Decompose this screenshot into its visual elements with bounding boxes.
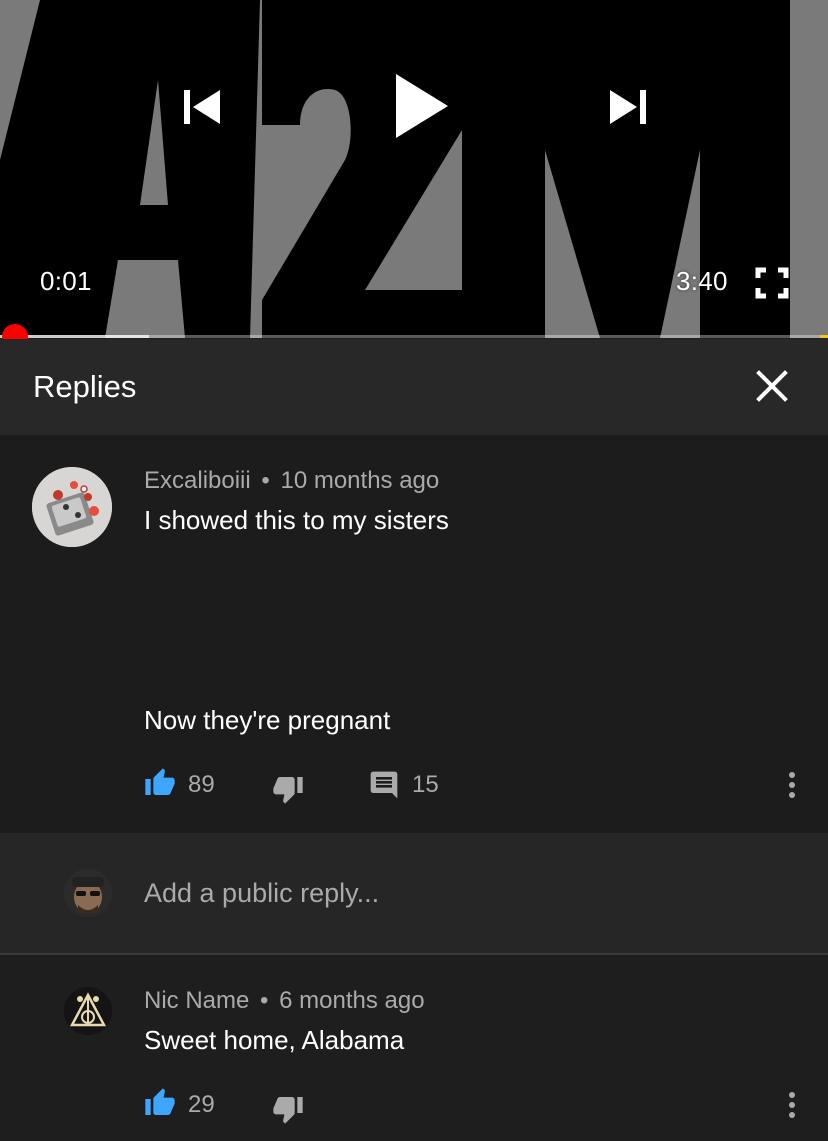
skip-previous-button[interactable] [176, 80, 228, 132]
fullscreen-icon [755, 267, 789, 299]
more-vertical-icon-dot [789, 782, 795, 788]
reply-dislike-button[interactable] [272, 1093, 304, 1125]
avatar[interactable] [32, 467, 112, 547]
reply-like-count: 29 [188, 1091, 215, 1118]
thumbs-up-icon [145, 1088, 175, 1115]
play-button[interactable] [386, 68, 456, 144]
like-button[interactable] [144, 767, 176, 799]
more-vertical-icon-dot [789, 1102, 795, 1108]
reply-input[interactable] [144, 873, 784, 913]
current-user-avatar-image [64, 869, 112, 917]
thumbs-down-icon [273, 1097, 303, 1124]
reply-like-button[interactable] [144, 1087, 176, 1119]
close-icon [756, 370, 788, 402]
comment-time: 10 months ago [280, 467, 440, 494]
meta-separator: • [261, 467, 270, 494]
like-count: 89 [188, 771, 215, 798]
reply-text: Sweet home, Alabama [144, 1025, 405, 1055]
reply-count: 15 [412, 771, 439, 798]
reply-input-area [0, 833, 828, 953]
replies-header: Replies [0, 339, 828, 435]
skip-previous-icon [184, 90, 220, 124]
comment-more-button[interactable] [780, 767, 804, 803]
close-replies-button[interactable] [752, 366, 792, 406]
play-icon [396, 74, 448, 138]
total-duration: 3:40 [676, 266, 728, 296]
progress-end-marker [820, 335, 828, 338]
skip-next-button[interactable] [602, 80, 654, 132]
meta-separator: • [260, 987, 269, 1014]
fullscreen-button[interactable] [754, 266, 790, 300]
video-player[interactable]: 0:01 3:40 [0, 0, 828, 338]
thumbs-down-icon [273, 777, 303, 804]
more-vertical-icon-dot [789, 1112, 795, 1118]
thumbs-up-icon [145, 768, 175, 795]
reply-more-button[interactable] [780, 1087, 804, 1123]
more-vertical-icon [789, 1092, 795, 1098]
more-vertical-icon-dot [789, 792, 795, 798]
skip-next-icon [610, 90, 646, 124]
reply-time: 6 months ago [279, 987, 425, 1014]
reply-comment: Nic Name • 6 months ago Sweet home, Alab… [0, 955, 828, 1141]
reply-avatar[interactable] [64, 987, 112, 1035]
avatar-image [32, 467, 112, 547]
reply-author[interactable]: Nic Name [144, 987, 249, 1014]
comment-text-line-2: Now they're pregnant [144, 705, 391, 735]
current-time: 0:01 [40, 266, 92, 296]
reply-avatar-image [64, 987, 112, 1035]
dislike-button[interactable] [272, 773, 304, 805]
comment-text-line-1: I showed this to my sisters [144, 505, 449, 535]
current-user-avatar [64, 869, 112, 917]
more-vertical-icon [789, 772, 795, 778]
reply-meta: Nic Name • 6 months ago [144, 987, 425, 1015]
comment-icon [370, 771, 398, 799]
comment-author[interactable]: Excaliboiii [144, 467, 251, 494]
reply-count-button[interactable] [368, 769, 400, 801]
comment-meta: Excaliboiii • 10 months ago [144, 467, 439, 495]
replies-title: Replies [33, 369, 137, 404]
top-comment: Excaliboiii • 10 months ago I showed thi… [0, 435, 828, 833]
